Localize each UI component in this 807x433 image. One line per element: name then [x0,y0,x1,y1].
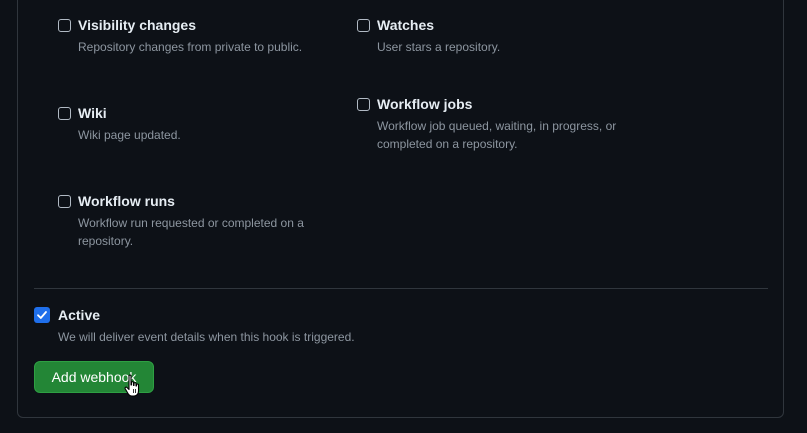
active-description: We will deliver event details when this … [58,330,355,344]
visibility-changes-checkbox[interactable] [58,19,71,32]
add-webhook-button[interactable]: Add webhook [34,361,154,393]
event-title: Workflow jobs [377,96,473,112]
event-title: Visibility changes [78,17,197,33]
event-description: Workflow run requested or completed on a… [78,216,304,248]
event-description: Repository changes from private to publi… [78,40,303,54]
event-description: Workflow job queued, waiting, in progres… [377,119,617,151]
section-divider [34,288,768,289]
workflow-jobs-checkbox[interactable] [357,98,370,111]
watches-checkbox[interactable] [357,19,370,32]
event-title: Workflow runs [78,193,175,209]
event-title: Watches [377,17,435,33]
event-description: Wiki page updated. [78,128,181,142]
event-title: Wiki [78,105,107,121]
active-label: Active [58,307,101,323]
workflow-runs-checkbox[interactable] [58,195,71,208]
wiki-checkbox[interactable] [58,107,71,120]
active-checkbox[interactable] [34,307,50,323]
check-icon [37,311,47,319]
webhook-form-panel [17,0,784,418]
event-description: User stars a repository. [377,40,501,54]
